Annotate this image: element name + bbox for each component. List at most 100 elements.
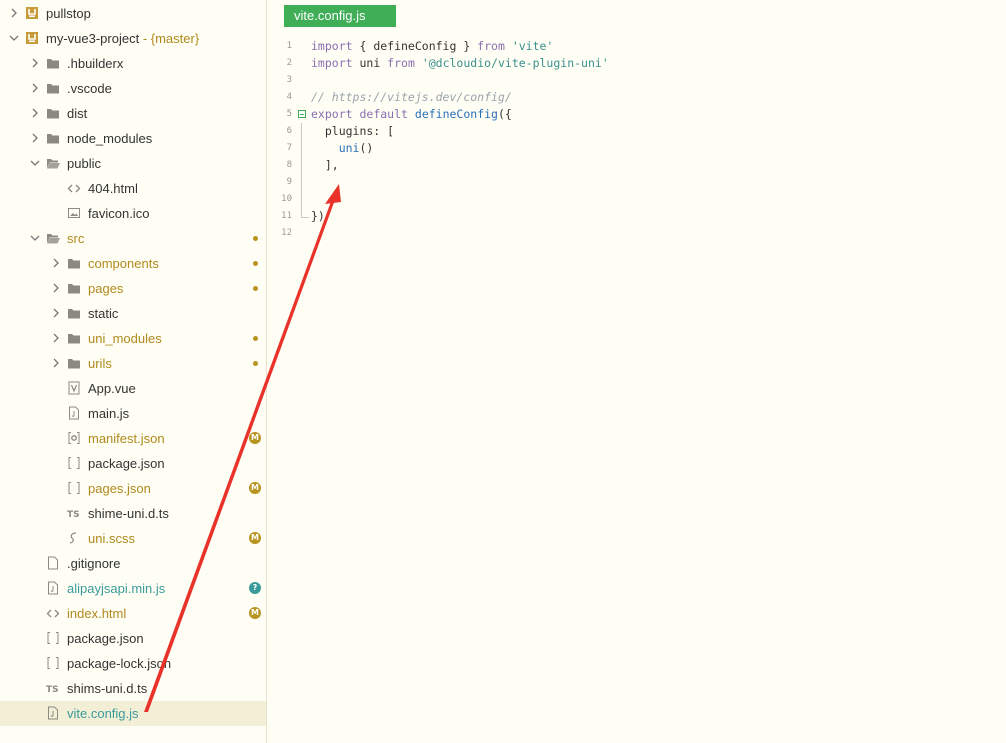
chevron-down-icon[interactable]	[30, 158, 40, 168]
chevron-down-icon[interactable]	[9, 33, 19, 43]
tree-item[interactable]: alipayjsapi.min.js?	[0, 576, 266, 601]
code-line[interactable]: 1 import { defineConfig } from 'vite'	[268, 38, 1006, 55]
tree-item[interactable]: package.json	[0, 626, 266, 651]
code-text: })	[311, 208, 325, 225]
modified-badge: M	[249, 482, 261, 494]
tree-item[interactable]: components	[0, 251, 266, 276]
tree-item[interactable]: uni.scss M	[0, 526, 266, 551]
json-file-icon	[67, 456, 81, 470]
chevron-right-icon[interactable]	[51, 358, 61, 368]
code-line[interactable]: 3	[268, 72, 1006, 89]
fold-toggle-icon[interactable]	[298, 110, 306, 118]
tree-item[interactable]: uni_modules	[0, 326, 266, 351]
tree-item-label: node_modules	[67, 131, 153, 146]
tree-item[interactable]: App.vue	[0, 376, 266, 401]
code-token: // https://vitejs.dev/config/	[311, 90, 512, 104]
chevron-right-icon[interactable]	[51, 258, 61, 268]
code-line[interactable]: 9	[268, 174, 1006, 191]
tree-item-label: components	[88, 256, 159, 271]
tree-item-label: pages	[88, 281, 124, 296]
tree-item-label: src	[67, 231, 85, 246]
code-line[interactable]: 2 import uni from '@dcloudio/vite-plugin-…	[268, 55, 1006, 72]
tree-item[interactable]: main.js	[0, 401, 266, 426]
code-line[interactable]: 7 uni()	[268, 140, 1006, 157]
chevron-right-icon[interactable]	[51, 283, 61, 293]
modified-badge: M	[249, 432, 261, 444]
tree-item[interactable]: urils	[0, 351, 266, 376]
tree-item[interactable]: favicon.ico	[0, 201, 266, 226]
folder-icon	[67, 281, 81, 295]
code-line[interactable]: 4 // https://vitejs.dev/config/	[268, 89, 1006, 106]
tree-item[interactable]: TS shims-uni.d.ts	[0, 676, 266, 701]
tree-item-label: my-vue3-project - {master}	[46, 31, 200, 46]
code-line[interactable]: 12	[268, 225, 1006, 242]
tree-item[interactable]: .hbuilderx	[0, 51, 266, 76]
line-number: 6	[286, 126, 292, 136]
tree-item[interactable]: vite.config.js	[0, 701, 266, 726]
code-text: uni()	[311, 140, 374, 157]
code-text: export default defineConfig({	[311, 106, 512, 123]
tree-item-label: uni_modules	[88, 331, 162, 346]
tree-item[interactable]: .vscode	[0, 76, 266, 101]
tree-item-label: main.js	[88, 406, 130, 421]
tree-item-label: urils	[88, 356, 112, 371]
tree-item-label: .hbuilderx	[67, 56, 124, 71]
tree-item-label: dist	[67, 106, 88, 121]
tree-item-label: shime-uni.d.ts	[88, 506, 169, 521]
folder-icon	[67, 331, 81, 345]
chevron-right-icon[interactable]	[51, 308, 61, 318]
chevron-right-icon[interactable]	[30, 58, 40, 68]
code-token: default	[359, 107, 408, 121]
code-line[interactable]: 6 plugins: [	[268, 123, 1006, 140]
tree-item[interactable]: node_modules	[0, 126, 266, 151]
chevron-right-icon[interactable]	[51, 333, 61, 343]
folder-icon	[46, 106, 60, 120]
tree-item[interactable]: package.json	[0, 451, 266, 476]
project-explorer: pullstop my-vue3-project - {master} .hbuil…	[0, 0, 267, 743]
tree-item-label: package-lock.json	[67, 656, 172, 671]
tree-item[interactable]: manifest.json M	[0, 426, 266, 451]
code-line[interactable]: 5 export default defineConfig({	[268, 106, 1006, 123]
tree-item[interactable]: 404.html	[0, 176, 266, 201]
code-line[interactable]: 11})	[268, 208, 1006, 225]
json-file-icon	[46, 631, 60, 645]
code-editor[interactable]: vite.config.js 1 import { defineConfig } …	[268, 0, 1006, 743]
tree-item[interactable]: pages	[0, 276, 266, 301]
tree-item[interactable]: .gitignore	[0, 551, 266, 576]
tree-item[interactable]: pages.json M	[0, 476, 266, 501]
line-number: 12	[281, 228, 292, 238]
chevron-right-icon[interactable]	[30, 108, 40, 118]
tab-vite-config[interactable]: vite.config.js	[284, 5, 396, 27]
tree-item-label: .vscode	[67, 81, 112, 96]
chevron-right-icon[interactable]	[9, 8, 19, 18]
tree-item[interactable]: pullstop	[0, 1, 266, 26]
code-token: ({	[497, 107, 512, 121]
chevron-down-icon[interactable]	[30, 233, 40, 243]
code-line[interactable]: 10	[268, 191, 1006, 208]
chevron-right-icon[interactable]	[30, 83, 40, 93]
tree-item[interactable]: public	[0, 151, 266, 176]
code-token: uni	[338, 141, 360, 155]
tree-item-label: manifest.json	[88, 431, 165, 446]
chevron-right-icon[interactable]	[30, 133, 40, 143]
folder-icon	[67, 306, 81, 320]
tree-item[interactable]: package-lock.json	[0, 651, 266, 676]
modified-badge: M	[249, 532, 261, 544]
tree-item[interactable]: static	[0, 301, 266, 326]
folder-icon	[46, 56, 60, 70]
tree-item[interactable]: src	[0, 226, 266, 251]
tree-item[interactable]: dist	[0, 101, 266, 126]
code-token: '@dcloudio/vite-plugin-uni'	[421, 56, 609, 70]
scss-file-icon	[67, 531, 81, 545]
git-branch-label: - {master}	[139, 31, 200, 46]
code-line[interactable]: 8 ],	[268, 157, 1006, 174]
tree-item[interactable]: index.html M	[0, 601, 266, 626]
tree-item[interactable]: my-vue3-project - {master}	[0, 26, 266, 51]
line-number: 4	[286, 92, 292, 102]
line-number: 1	[286, 41, 292, 51]
tree-item[interactable]: TS shime-uni.d.ts	[0, 501, 266, 526]
tree-item-label: App.vue	[88, 381, 136, 396]
